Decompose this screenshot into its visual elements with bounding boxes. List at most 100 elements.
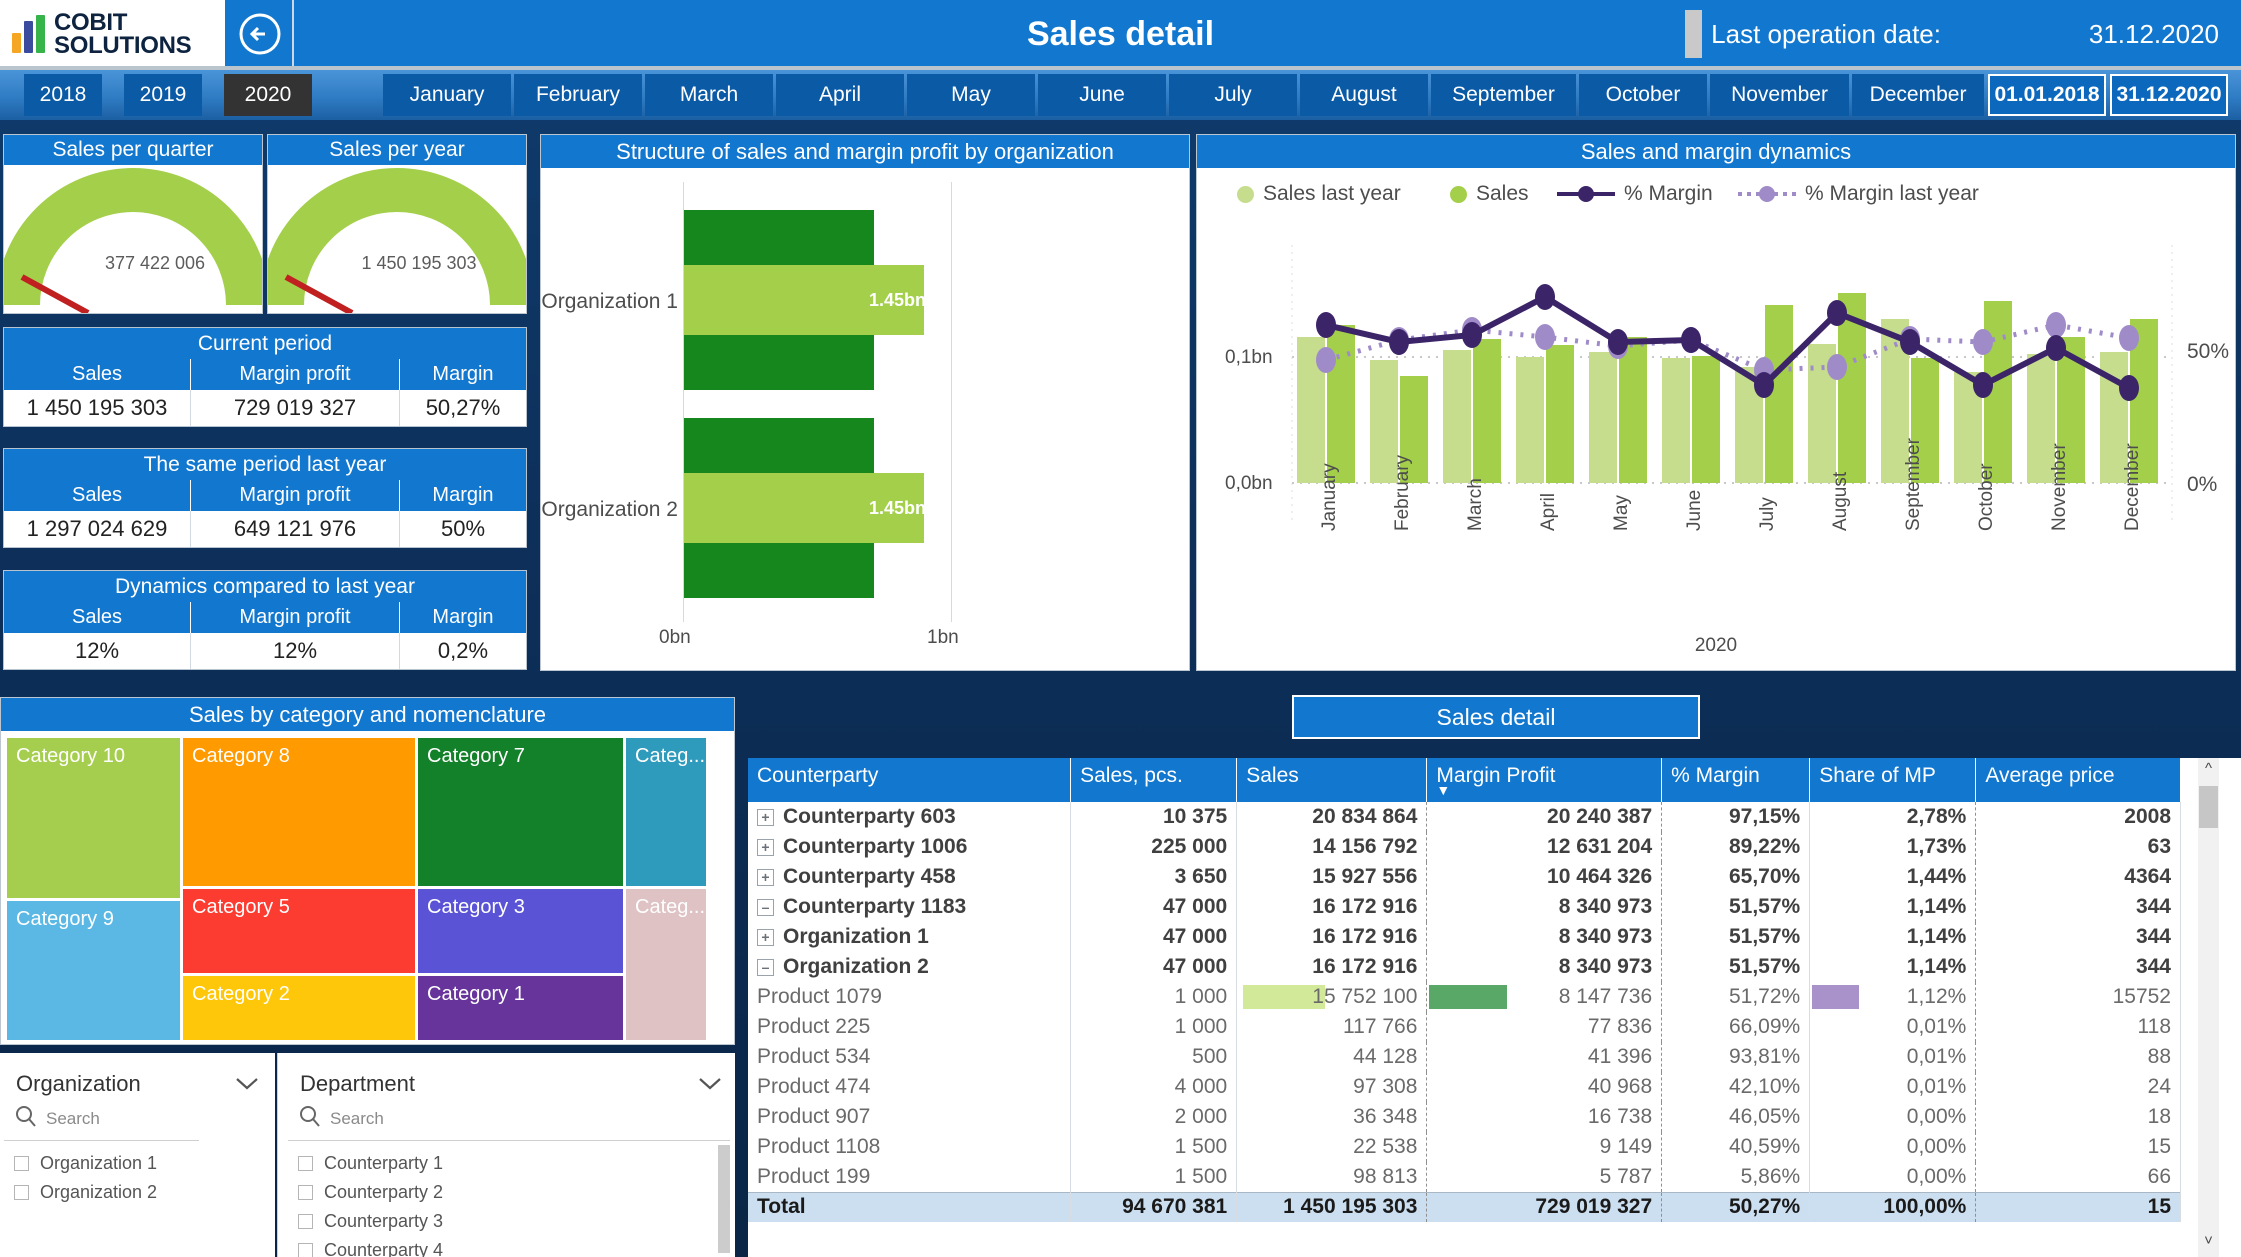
col-counterparty[interactable]: Counterparty bbox=[748, 758, 1072, 802]
slicer-department-scrollbar[interactable] bbox=[718, 1145, 730, 1253]
gauge-quarter-title: Sales per quarter bbox=[4, 135, 262, 165]
col-pct-margin[interactable]: % Margin bbox=[1661, 758, 1811, 802]
chevron-up-icon[interactable]: ^ bbox=[2198, 758, 2219, 779]
expander-plus-icon[interactable]: + bbox=[757, 868, 774, 886]
date-to-button[interactable]: 31.12.2020 bbox=[2110, 74, 2228, 116]
treemap-tile-category-9[interactable]: Category 9 bbox=[7, 901, 180, 1040]
table-row[interactable]: Product 1108 1 500 22 538 9 149 40,59% 0… bbox=[748, 1132, 2181, 1162]
checkbox-icon[interactable] bbox=[298, 1214, 313, 1229]
treemap-tile-category-3[interactable]: Category 3 bbox=[418, 889, 623, 973]
expander-minus-icon[interactable]: – bbox=[757, 958, 774, 976]
slicer-organization-item-1[interactable]: Organization 1 bbox=[14, 1153, 157, 1174]
tab-month-january[interactable]: January bbox=[383, 74, 511, 116]
tab-year-2018[interactable]: 2018 bbox=[24, 74, 102, 116]
slicer-department-item-2[interactable]: Counterparty 2 bbox=[298, 1182, 443, 1203]
legend-margin[interactable]: % Margin bbox=[1557, 182, 1713, 206]
table-row[interactable]: Product 199 1 500 98 813 5 787 5,86% 0,0… bbox=[748, 1162, 2181, 1192]
treemap-tile-category-2[interactable]: Category 2 bbox=[183, 976, 415, 1040]
tab-month-march[interactable]: March bbox=[645, 74, 773, 116]
tab-month-october[interactable]: October bbox=[1579, 74, 1707, 116]
row-label: Product 225 bbox=[748, 1012, 1072, 1042]
gauge-quarter-arc bbox=[0, 168, 270, 316]
sales-detail-button[interactable]: Sales detail bbox=[1292, 695, 1700, 739]
dynamics-xaxis-label: 2020 bbox=[1694, 635, 1738, 656]
expander-plus-icon[interactable]: + bbox=[757, 838, 774, 856]
slicer-organization-search-input[interactable]: Search bbox=[46, 1109, 100, 1129]
col-average-price[interactable]: Average price bbox=[1975, 758, 2181, 802]
slicer-department-search-input[interactable]: Search bbox=[330, 1109, 384, 1129]
header-grip-handle[interactable] bbox=[1685, 10, 1703, 58]
tab-month-april[interactable]: April bbox=[776, 74, 904, 116]
checkbox-icon[interactable] bbox=[298, 1156, 313, 1171]
chevron-down-icon[interactable]: ˅ bbox=[2198, 1230, 2219, 1251]
expander-plus-icon[interactable]: + bbox=[757, 808, 774, 826]
treemap-tile-category-5[interactable]: Category 5 bbox=[183, 889, 415, 973]
slicer-organization-item-2[interactable]: Organization 2 bbox=[14, 1182, 157, 1203]
cell-margin-profit: 16 738 bbox=[1426, 1102, 1663, 1132]
scrollbar-thumb[interactable] bbox=[2199, 786, 2218, 828]
row-label: Product 1108 bbox=[748, 1132, 1072, 1162]
table-row[interactable]: – Organization 2 47 000 16 172 916 8 340 … bbox=[748, 952, 2181, 982]
treemap-tile-category-8[interactable]: Category 8 bbox=[183, 738, 415, 886]
logo-line-2: SOLUTIONS bbox=[54, 32, 192, 59]
table-row[interactable]: + Counterparty 1006 225 000 14 156 792 12… bbox=[748, 832, 2181, 862]
cell-margin-profit: 41 396 bbox=[1426, 1042, 1663, 1072]
checkbox-icon[interactable] bbox=[298, 1243, 313, 1257]
table-row[interactable]: Product 907 2 000 36 348 16 738 46,05% 0… bbox=[748, 1102, 2181, 1132]
tab-month-june[interactable]: June bbox=[1038, 74, 1166, 116]
legend-margin-last-year[interactable]: % Margin last year bbox=[1738, 182, 1979, 206]
chevron-down-icon[interactable] bbox=[235, 1077, 259, 1091]
checkbox-icon[interactable] bbox=[14, 1156, 29, 1171]
treemap-tile-category-truncated-1[interactable]: Categ... bbox=[626, 738, 706, 886]
expander-minus-icon[interactable]: – bbox=[757, 898, 774, 916]
table-row[interactable]: Product 534 500 44 128 41 396 93,81% 0,0… bbox=[748, 1042, 2181, 1072]
treemap-tile-category-10[interactable]: Category 10 bbox=[7, 738, 180, 898]
slicer-department-item-3[interactable]: Counterparty 3 bbox=[298, 1211, 443, 1232]
sales-margin-dynamics-chart: Sales and margin dynamics Sales last yea… bbox=[1196, 134, 2236, 671]
tab-month-july[interactable]: July bbox=[1169, 74, 1297, 116]
col-share-of-mp[interactable]: Share of MP bbox=[1809, 758, 1977, 802]
treemap-tile-category-7[interactable]: Category 7 bbox=[418, 738, 623, 886]
tab-month-february[interactable]: February bbox=[514, 74, 642, 116]
tab-year-2020[interactable]: 2020 bbox=[224, 74, 312, 116]
table-row[interactable]: Product 474 4 000 97 308 40 968 42,10% 0… bbox=[748, 1072, 2181, 1102]
treemap-tile-category-1[interactable]: Category 1 bbox=[418, 976, 623, 1040]
date-from-button[interactable]: 01.01.2018 bbox=[1988, 74, 2106, 116]
tab-month-may[interactable]: May bbox=[907, 74, 1035, 116]
cell-sales-pcs: 47 000 bbox=[1070, 892, 1238, 922]
detail-table: Counterparty Sales, pcs. Sales Margin Pr… bbox=[748, 758, 2181, 1222]
table-row[interactable]: Product 225 1 000 117 766 77 836 66,09% … bbox=[748, 1012, 2181, 1042]
tab-month-november[interactable]: November bbox=[1710, 74, 1849, 116]
checkbox-icon[interactable] bbox=[298, 1185, 313, 1200]
legend-sales-last-year[interactable]: Sales last year bbox=[1237, 182, 1401, 206]
checkbox-icon[interactable] bbox=[14, 1185, 29, 1200]
back-button[interactable] bbox=[227, 0, 294, 68]
col-margin-profit[interactable]: Margin Profit ▼ bbox=[1426, 758, 1663, 802]
cell-avg-price: 88 bbox=[1975, 1042, 2181, 1072]
org-chart-title: Structure of sales and margin profit by … bbox=[541, 135, 1189, 168]
tab-month-september[interactable]: September bbox=[1431, 74, 1576, 116]
detail-table-scrollbar[interactable]: ^ ˅ bbox=[2198, 758, 2219, 1257]
table-row[interactable]: Product 1079 1 000 15 752 100 8 147 736 … bbox=[748, 982, 2181, 1012]
slicer-department-item-4[interactable]: Counterparty 4 bbox=[298, 1240, 443, 1257]
table-row[interactable]: + Counterparty 458 3 650 15 927 556 10 46… bbox=[748, 862, 2181, 892]
col-sales[interactable]: Sales bbox=[1236, 758, 1428, 802]
kpi-dynamics: Dynamics compared to last year Sales Mar… bbox=[3, 570, 527, 670]
gauge-quarter-value: 377 422 006 bbox=[104, 253, 206, 273]
chevron-down-icon[interactable] bbox=[698, 1077, 722, 1091]
tab-month-august[interactable]: August bbox=[1300, 74, 1428, 116]
tab-year-2019[interactable]: 2019 bbox=[124, 74, 202, 116]
dynamics-xtick-february: February bbox=[1392, 454, 1413, 531]
col-sales-pcs[interactable]: Sales, pcs. bbox=[1070, 758, 1238, 802]
expander-plus-icon[interactable]: + bbox=[757, 928, 774, 946]
cell-sales: 117 766 bbox=[1236, 1012, 1428, 1042]
treemap-panel: Sales by category and nomenclature Categ… bbox=[0, 697, 735, 1045]
slicer-department-item-1[interactable]: Counterparty 1 bbox=[298, 1153, 443, 1174]
table-row[interactable]: + Counterparty 603 10 375 20 834 864 20 2… bbox=[748, 802, 2181, 832]
tab-month-december[interactable]: December bbox=[1852, 74, 1984, 116]
treemap-tile-category-truncated-2[interactable]: Categ... bbox=[626, 889, 706, 1040]
table-row[interactable]: – Counterparty 1183 47 000 16 172 916 8 3… bbox=[748, 892, 2181, 922]
table-row[interactable]: + Organization 1 47 000 16 172 916 8 340 … bbox=[748, 922, 2181, 952]
gauge-sales-per-year: Sales per year 1 450 195 303 bbox=[260, 134, 534, 316]
legend-sales[interactable]: Sales bbox=[1450, 182, 1529, 206]
